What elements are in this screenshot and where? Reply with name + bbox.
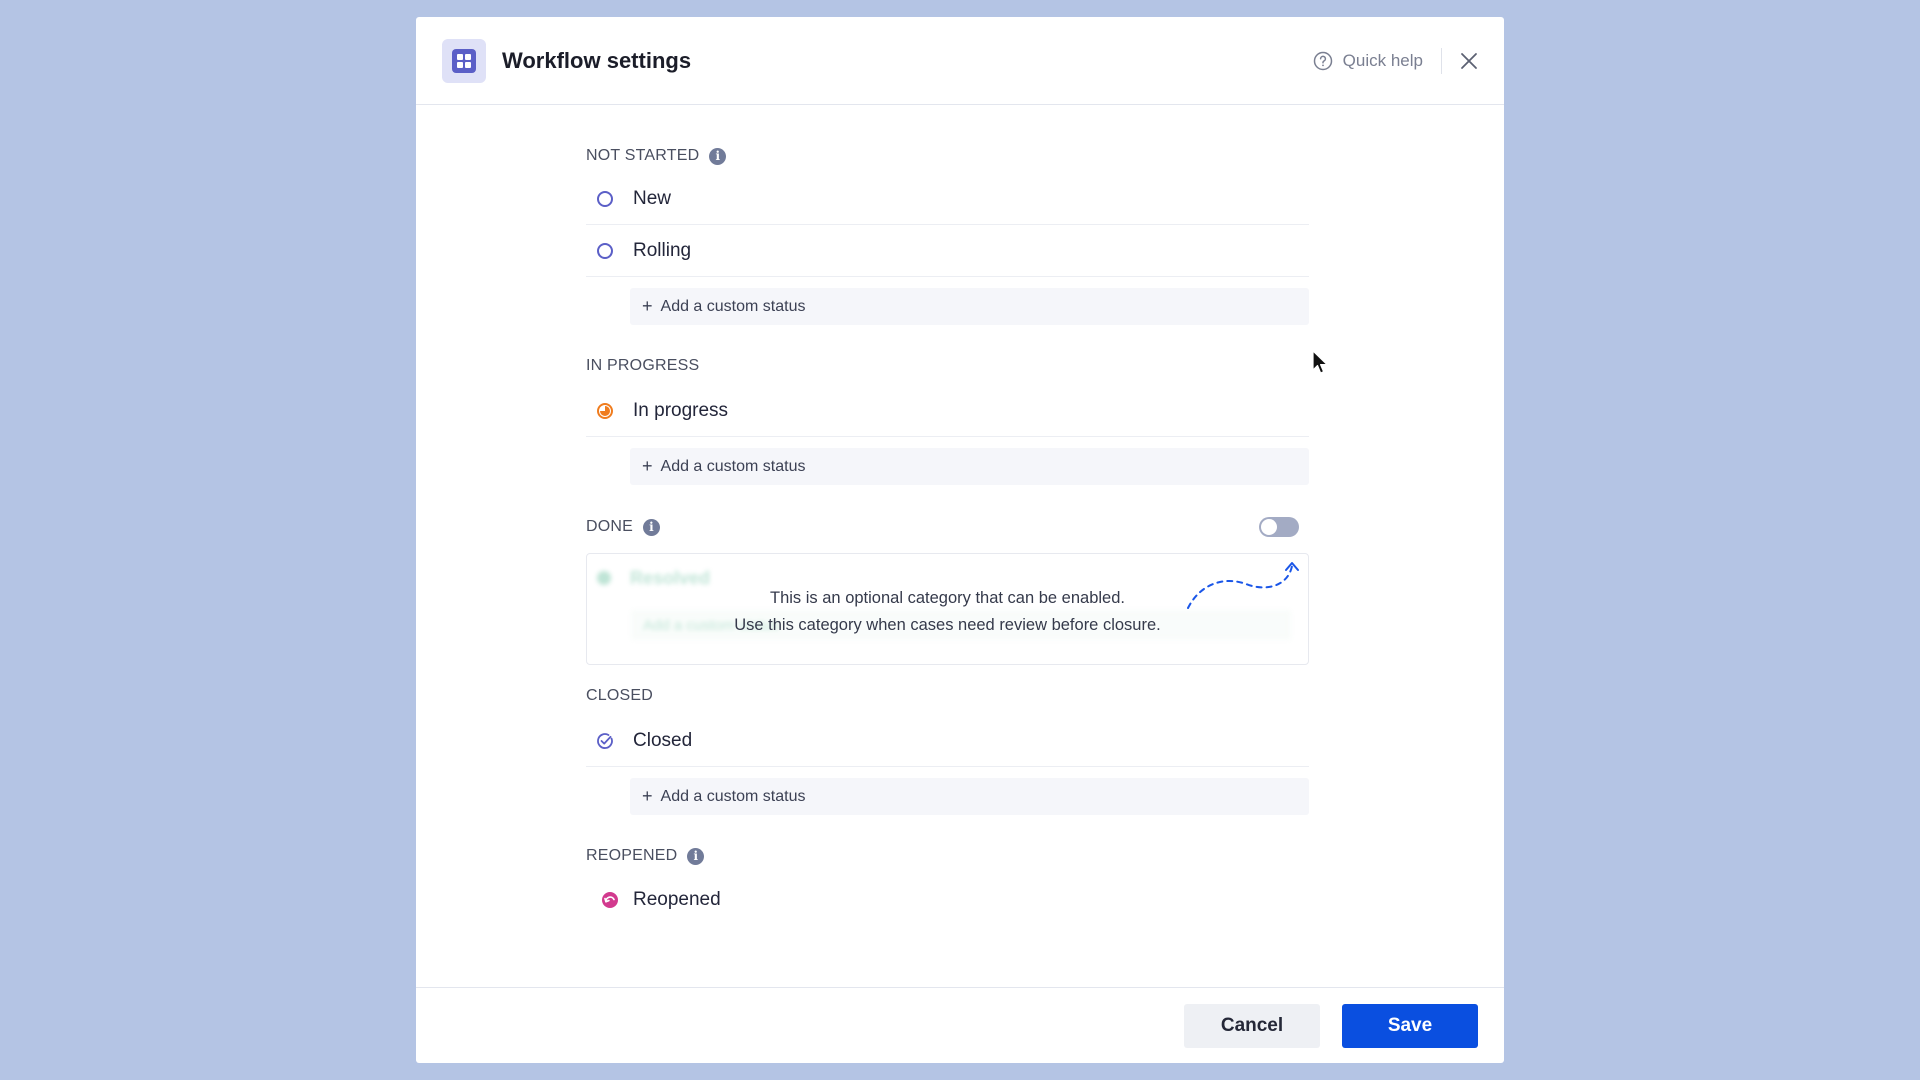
add-custom-status-label: Add a custom status bbox=[660, 787, 806, 805]
status-label: Reopened bbox=[633, 889, 721, 910]
open-circle-icon bbox=[597, 242, 613, 259]
check-circle-icon bbox=[597, 732, 613, 749]
category-reopened-heading: REOPENED i bbox=[586, 844, 1309, 868]
modal-header: Workflow settings Quick help bbox=[416, 17, 1504, 105]
cancel-button[interactable]: Cancel bbox=[1184, 1003, 1320, 1048]
status-row-reopened[interactable]: Reopened bbox=[586, 874, 1309, 926]
status-row-in-progress[interactable]: In progress bbox=[586, 385, 1309, 437]
category-heading-text: NOT STARTED bbox=[586, 147, 700, 164]
status-label: In progress bbox=[633, 399, 729, 421]
add-custom-status-label: Add a custom status bbox=[660, 297, 806, 315]
info-icon[interactable]: i bbox=[687, 847, 705, 865]
category-done-heading: DONE i bbox=[586, 515, 1309, 539]
modal-footer: Cancel Save bbox=[416, 987, 1504, 1063]
plus-icon: + bbox=[642, 456, 653, 476]
close-icon bbox=[1461, 52, 1477, 69]
category-heading-text: IN PROGRESS bbox=[586, 357, 700, 374]
category-in-progress-heading: IN PROGRESS bbox=[586, 354, 1309, 378]
quick-help-button[interactable]: Quick help bbox=[1313, 51, 1423, 71]
category-closed-heading: CLOSED bbox=[586, 684, 1309, 708]
status-row-closed[interactable]: Closed bbox=[586, 715, 1309, 767]
add-custom-status-button[interactable]: + Add a custom status bbox=[630, 448, 1309, 485]
add-custom-status-button[interactable]: + Add a custom status bbox=[630, 288, 1309, 325]
status-label: Closed bbox=[633, 729, 693, 751]
category-heading-text: CLOSED bbox=[586, 687, 653, 704]
dashed-arrow-icon bbox=[1187, 562, 1299, 609]
add-custom-status-button[interactable]: + Add a custom status bbox=[630, 778, 1309, 815]
save-button[interactable]: Save bbox=[1342, 1003, 1478, 1048]
header-divider bbox=[1441, 47, 1442, 74]
category-not-started-heading: NOT STARTED i bbox=[586, 144, 1309, 168]
close-button[interactable] bbox=[1460, 52, 1478, 70]
done-category-disabled-panel: Resolved Add a custom status This is an … bbox=[586, 553, 1309, 665]
add-custom-status-label: Add a custom status bbox=[660, 457, 806, 475]
status-row-rolling[interactable]: Rolling bbox=[586, 225, 1309, 277]
workflow-settings-modal: Workflow settings Quick help NOT STARTED… bbox=[416, 17, 1504, 1063]
done-category-toggle[interactable] bbox=[1259, 517, 1299, 537]
status-label: Rolling bbox=[633, 239, 692, 261]
status-row-new[interactable]: New bbox=[586, 173, 1309, 225]
half-circle-progress-icon bbox=[597, 402, 613, 419]
resolved-status-icon bbox=[597, 571, 611, 585]
status-label: New bbox=[633, 187, 672, 209]
reopen-icon bbox=[602, 892, 618, 908]
modal-body: NOT STARTED i New Rolling + Add a custom… bbox=[416, 105, 1504, 987]
question-circle-icon bbox=[1313, 51, 1332, 70]
info-icon[interactable]: i bbox=[709, 147, 727, 165]
category-heading-text: REOPENED bbox=[586, 847, 678, 864]
message-line-2: Use this category when cases need review… bbox=[734, 616, 1161, 634]
modal-title: Workflow settings bbox=[502, 47, 692, 73]
mouse-cursor-icon bbox=[1312, 350, 1328, 374]
category-heading-text: DONE bbox=[586, 518, 634, 535]
plus-icon: + bbox=[642, 786, 653, 806]
info-icon[interactable]: i bbox=[643, 518, 661, 536]
grid-app-icon bbox=[442, 38, 486, 83]
quick-help-label: Quick help bbox=[1342, 50, 1423, 70]
open-circle-icon bbox=[597, 190, 613, 207]
plus-icon: + bbox=[642, 296, 653, 316]
